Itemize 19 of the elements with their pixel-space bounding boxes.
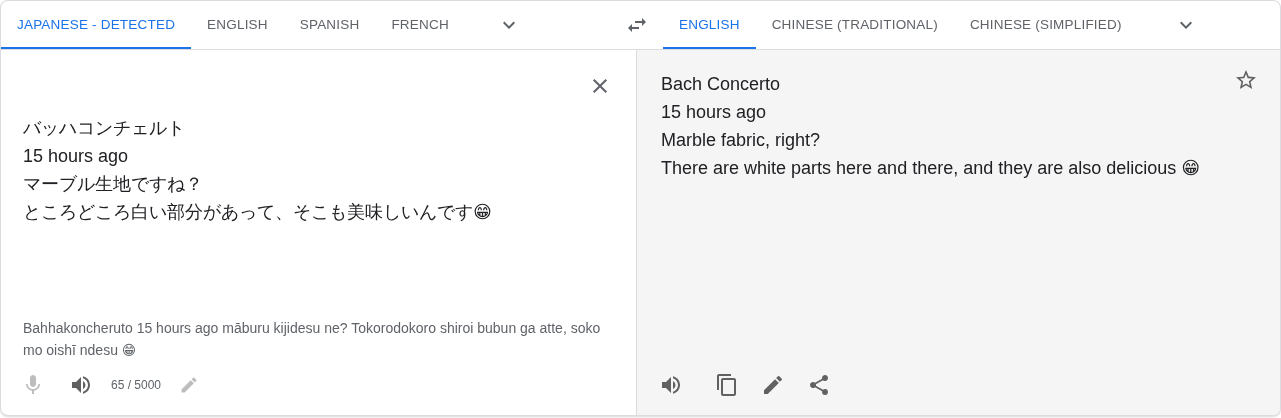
- translation-text: There are white parts here and there, and they are also delicious 😁: [661, 157, 1201, 180]
- language-tab[interactable]: ENGLISH: [191, 1, 284, 49]
- copy-icon: [715, 373, 739, 397]
- language-tab[interactable]: CHINESE (SIMPLIFIED): [953, 1, 1138, 49]
- language-tab[interactable]: FRENCH: [375, 1, 465, 49]
- language-tab[interactable]: CHINESE (TRADITIONAL): [755, 1, 954, 49]
- translation-text: 15 hours ago: [661, 101, 767, 124]
- translation-text: Marble fabric, right?: [661, 129, 821, 152]
- share-icon: [807, 373, 831, 397]
- speaker-icon: [69, 373, 93, 397]
- star-icon: [1234, 68, 1258, 92]
- language-tab[interactable]: SPANISH: [283, 1, 376, 49]
- language-tab[interactable]: JAPANESE - DETECTED: [1, 1, 192, 49]
- speaker-icon: [659, 373, 683, 397]
- source-text-field[interactable]: バッハコンチェルト 15 hours ago マーブル生地ですね？ ところどころ白い部分があって、そこも美味しいんです😁: [23, 114, 618, 226]
- pencil-icon: [761, 373, 785, 397]
- romanization-text: Bahhakoncheruto 15 hours ago māburu kijidesu ne? Tokorodokoro shiroi bubun ga atte, soko mo oishī ndesu 😁: [23, 319, 602, 360]
- character-count: 65 / 5000: [111, 378, 162, 392]
- translation-text: Bach Concerto: [661, 73, 781, 96]
